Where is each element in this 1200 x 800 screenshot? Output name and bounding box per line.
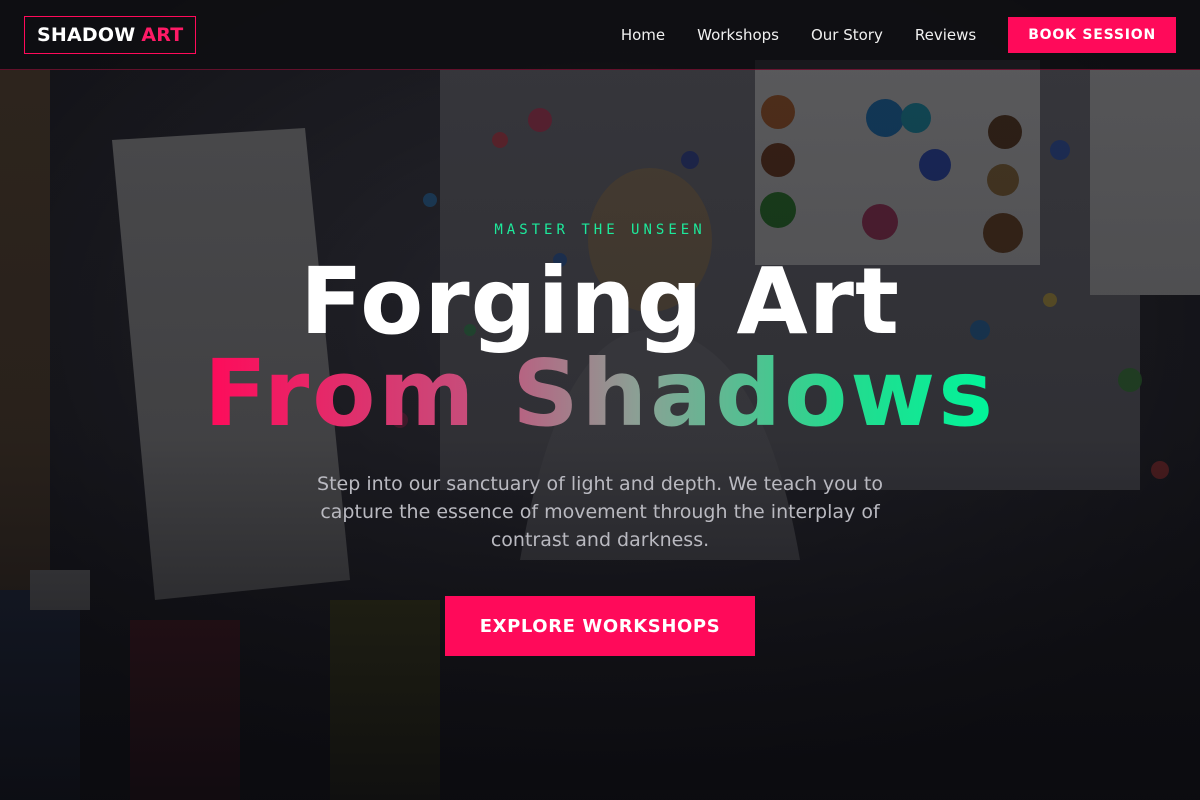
hero-eyebrow: MASTER THE UNSEEN <box>494 222 706 238</box>
top-navbar: SHADOW ART Home Workshops Our Story Revi… <box>0 0 1200 70</box>
brand-word-shadow: SHADOW <box>37 23 136 46</box>
headline-line-1: Forging Art <box>299 248 900 355</box>
brand-logo[interactable]: SHADOW ART <box>24 15 197 54</box>
nav-right: Home Workshops Our Story Reviews BOOK SE… <box>621 16 1176 53</box>
explore-workshops-button[interactable]: EXPLORE WORKSHOPS <box>445 596 755 656</box>
book-session-button[interactable]: BOOK SESSION <box>1008 16 1176 53</box>
nav-links: Home Workshops Our Story Reviews <box>621 26 976 44</box>
hero-subtitle: Step into our sanctuary of light and dep… <box>317 473 883 551</box>
headline-line-2: From Shadows <box>203 340 997 447</box>
hero-headline: Forging Art From Shadows <box>204 256 996 440</box>
brand-word-art: ART <box>141 23 184 46</box>
nav-link-workshops[interactable]: Workshops <box>697 26 779 44</box>
hero-section: MASTER THE UNSEEN Forging Art From Shado… <box>0 70 1200 800</box>
nav-link-home[interactable]: Home <box>621 26 665 44</box>
nav-link-our-story[interactable]: Our Story <box>811 26 883 44</box>
nav-link-reviews[interactable]: Reviews <box>915 26 976 44</box>
